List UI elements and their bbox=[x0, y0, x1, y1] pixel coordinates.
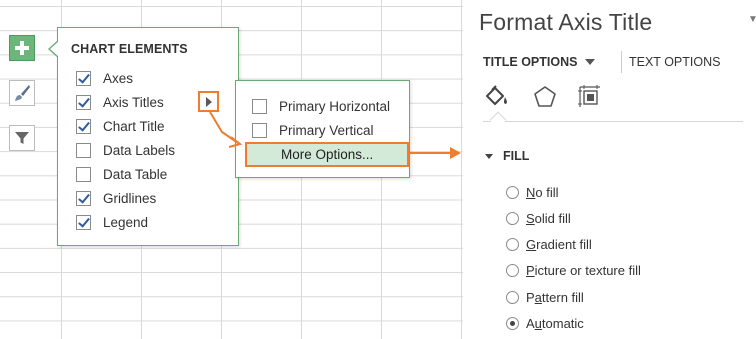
checkbox[interactable] bbox=[76, 118, 91, 134]
caret-down-icon bbox=[485, 153, 493, 159]
checkbox[interactable] bbox=[76, 214, 91, 230]
chart-filters-button[interactable] bbox=[9, 125, 35, 151]
triangle-right-icon bbox=[205, 96, 212, 107]
fill-section-header[interactable]: FILL bbox=[485, 149, 529, 163]
tab-text-options[interactable]: TEXT OPTIONS bbox=[629, 55, 720, 69]
checkbox[interactable] bbox=[76, 70, 91, 86]
chart-element-label: Axis Titles bbox=[103, 94, 164, 110]
chart-element-data-table[interactable]: Data Table bbox=[76, 164, 226, 184]
radio-label: No fill bbox=[526, 184, 559, 200]
radio-button[interactable] bbox=[506, 263, 519, 277]
checkbox[interactable] bbox=[76, 142, 91, 158]
chart-element-label: Axes bbox=[103, 70, 134, 86]
radio-no-fill[interactable]: No fill bbox=[506, 182, 559, 202]
radio-pattern-fill[interactable]: Pattern fill bbox=[506, 287, 584, 307]
chart-elements-menu: CHART ELEMENTS Axes Axis Titles Chart Ti… bbox=[48, 27, 239, 246]
section-label: FILL bbox=[503, 149, 530, 163]
submenu-item-label: Primary Horizontal bbox=[279, 98, 391, 114]
radio-button[interactable] bbox=[506, 237, 519, 251]
radio-button[interactable] bbox=[506, 290, 519, 304]
radio-button[interactable] bbox=[506, 185, 519, 199]
checkbox[interactable] bbox=[76, 94, 91, 110]
chart-element-axes[interactable]: Axes bbox=[76, 68, 226, 88]
fill-line-icon[interactable] bbox=[484, 84, 510, 115]
chart-element-legend[interactable]: Legend bbox=[76, 212, 226, 232]
tab-label: TITLE OPTIONS bbox=[483, 55, 578, 69]
paintbrush-icon bbox=[15, 85, 30, 101]
chart-styles-button[interactable] bbox=[9, 80, 35, 106]
icon-tab-divider bbox=[483, 121, 743, 122]
more-options-button[interactable]: More Options... bbox=[245, 142, 409, 167]
pane-title: Format Axis Title bbox=[479, 9, 653, 35]
pane-options-icon[interactable]: ▼ bbox=[748, 14, 756, 25]
chart-elements-button[interactable] bbox=[9, 35, 35, 61]
caret-down-icon bbox=[585, 59, 596, 65]
radio-label: Pattern fill bbox=[526, 289, 584, 305]
axis-titles-expand-button[interactable] bbox=[198, 91, 219, 112]
chart-element-label: Data Table bbox=[103, 166, 168, 182]
chart-element-gridlines[interactable]: Gridlines bbox=[76, 188, 226, 208]
format-axis-title-pane: Format Axis Title ▼ TITLE OPTIONS TEXT O… bbox=[463, 0, 756, 339]
chart-element-label: Chart Title bbox=[103, 118, 165, 134]
radio-picture-texture-fill[interactable]: Picture or texture fill bbox=[506, 260, 641, 280]
radio-label: Automatic bbox=[526, 315, 584, 331]
submenu-item-primary-vertical[interactable]: Primary Vertical bbox=[252, 120, 374, 140]
size-properties-icon[interactable] bbox=[577, 84, 603, 115]
chart-element-label: Gridlines bbox=[103, 190, 157, 206]
chart-element-chart-title[interactable]: Chart Title bbox=[76, 116, 226, 136]
chart-element-label: Legend bbox=[103, 214, 149, 230]
chart-elements-title: CHART ELEMENTS bbox=[71, 42, 188, 56]
tab-divider bbox=[621, 51, 622, 73]
effects-pentagon-icon[interactable] bbox=[532, 84, 558, 115]
checkbox[interactable] bbox=[252, 122, 267, 138]
checkbox[interactable] bbox=[76, 190, 91, 206]
radio-button[interactable] bbox=[506, 316, 519, 330]
radio-label: Gradient fill bbox=[526, 236, 592, 252]
radio-label: Picture or texture fill bbox=[526, 262, 641, 278]
checkbox[interactable] bbox=[76, 166, 91, 182]
axis-titles-submenu: Primary Horizontal Primary Vertical More… bbox=[235, 80, 410, 178]
radio-automatic[interactable]: Automatic bbox=[506, 313, 584, 333]
plus-icon bbox=[15, 41, 29, 55]
radio-solid-fill[interactable]: Solid fill bbox=[506, 208, 571, 228]
chart-element-label: Data Labels bbox=[103, 142, 176, 158]
submenu-item-label: Primary Vertical bbox=[279, 122, 374, 138]
radio-gradient-fill[interactable]: Gradient fill bbox=[506, 234, 592, 254]
radio-label: Solid fill bbox=[526, 210, 571, 226]
tab-title-options[interactable]: TITLE OPTIONS bbox=[483, 55, 596, 69]
chart-element-data-labels[interactable]: Data Labels bbox=[76, 140, 226, 160]
funnel-icon bbox=[15, 132, 29, 144]
submenu-item-primary-horizontal[interactable]: Primary Horizontal bbox=[252, 96, 390, 116]
checkbox[interactable] bbox=[252, 98, 267, 114]
radio-button[interactable] bbox=[506, 211, 519, 225]
